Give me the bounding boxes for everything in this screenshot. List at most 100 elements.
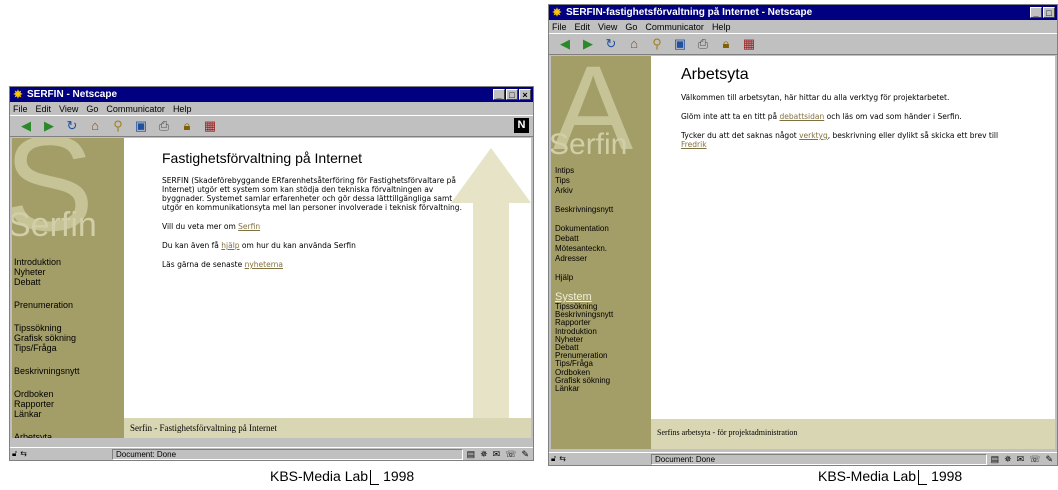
nav-group: Tipssökning Grafisk sökning Tips/Fråga	[14, 323, 80, 353]
page-footer: Serfin - Fastighetsförvaltning på Intern…	[124, 418, 531, 438]
maximize-button[interactable]: □	[1043, 7, 1055, 18]
maximize-button[interactable]: □	[506, 89, 518, 100]
sidebar-nav: Introduktion Nyheter Debatt Prenumeration Ti…	[14, 257, 80, 438]
nav-link-adresser[interactable]: Adresser	[555, 254, 613, 264]
navigation-toolbar: ◀ ▶ ↻ ⌂ ⚲ ▣ ⎙ 🔒︎ ▦ N	[10, 115, 533, 137]
print-icon[interactable]: ⎙	[156, 118, 172, 134]
menu-go[interactable]: Go	[625, 22, 637, 32]
search-icon[interactable]: ⚲	[110, 118, 126, 134]
guide-icon[interactable]: ▣	[672, 36, 688, 52]
nav-link-motesanteckn[interactable]: Mötesanteckn.	[555, 244, 613, 254]
nav-link-grafisk-sokning[interactable]: Grafisk sökning	[14, 333, 80, 343]
nav-group: Arbetsyta	[14, 432, 80, 438]
reload-icon[interactable]: ↻	[603, 36, 619, 52]
sidebar: S Serfin Introduktion Nyheter Debatt Prenum…	[12, 138, 124, 438]
menu-view[interactable]: View	[59, 104, 78, 114]
menu-help[interactable]: Help	[173, 104, 192, 114]
composer-icon[interactable]: ✎	[521, 449, 529, 460]
navigator-icon[interactable]: ✵	[1004, 454, 1012, 465]
menu-communicator[interactable]: Communicator	[645, 22, 704, 32]
minimize-button[interactable]: _	[1030, 7, 1042, 18]
stop-icon[interactable]: ▦	[741, 36, 757, 52]
nav-link-tipssokning[interactable]: Tipssökning	[14, 323, 80, 333]
about-paragraph: Vill du veta mer om Serfin	[162, 222, 261, 231]
minimize-button[interactable]: _	[493, 89, 505, 100]
menu-view[interactable]: View	[598, 22, 617, 32]
news-link[interactable]: nyheterna	[245, 260, 283, 269]
home-icon[interactable]: ⌂	[626, 36, 642, 52]
connection-icon: ⇆	[559, 454, 566, 463]
netscape-app-icon: ✵	[13, 88, 23, 101]
nav-link-dokumentation[interactable]: Dokumentation	[555, 224, 613, 234]
debate-paragraph: Glöm inte att ta en titt på debattsidan …	[681, 112, 962, 121]
caption-year: 1998	[931, 468, 963, 484]
menu-communicator[interactable]: Communicator	[106, 104, 165, 114]
nav-link-debatt[interactable]: Debatt	[14, 277, 80, 287]
status-text: Document: Done	[112, 448, 463, 460]
nav-link-nyheter[interactable]: Nyheter	[14, 267, 80, 277]
nav-link-introduktion[interactable]: Introduktion	[14, 257, 80, 267]
discussion-icon[interactable]: ☏	[505, 449, 516, 460]
title-bar[interactable]: ✵ SERFIN - Netscape _ □ ×	[10, 87, 533, 102]
window-title: SERFIN - Netscape	[27, 89, 118, 100]
menu-help[interactable]: Help	[712, 22, 731, 32]
news-paragraph: Läs gärna de senaste nyheterna	[162, 260, 284, 269]
menu-bar: File Edit View Go Communicator Help	[10, 102, 533, 115]
back-icon[interactable]: ◀	[18, 118, 34, 134]
mail-icon[interactable]: ✉	[1017, 454, 1025, 465]
nav-link-debatt[interactable]: Debatt	[555, 234, 613, 244]
nav-link-beskrivningsnytt[interactable]: Beskrivningsnytt	[555, 205, 613, 215]
nav-link-arkiv[interactable]: Arkiv	[555, 186, 613, 196]
nav-link-tips[interactable]: Tips	[555, 176, 613, 186]
title-bar[interactable]: ✵ SERFIN-fastighetsförvaltning på Intern…	[549, 5, 1057, 20]
debate-link[interactable]: debattsidan	[780, 112, 825, 121]
stop-icon[interactable]: ▦	[202, 118, 218, 134]
nav-group: Introduktion Nyheter Debatt	[14, 257, 80, 287]
nav-group: Prenumeration	[14, 300, 80, 310]
nav-link-ordboken[interactable]: Ordboken	[14, 389, 80, 399]
forward-icon[interactable]: ▶	[41, 118, 57, 134]
menu-go[interactable]: Go	[86, 104, 98, 114]
nav-link-rapporter[interactable]: Rapporter	[14, 399, 80, 409]
nav-link-intips[interactable]: Intips	[555, 166, 613, 176]
progress-icon: ▤	[990, 453, 1000, 464]
reload-icon[interactable]: ↻	[64, 118, 80, 134]
help-link[interactable]: hjälp	[221, 241, 239, 250]
search-icon[interactable]: ⚲	[649, 36, 665, 52]
netscape-app-icon: ✵	[552, 6, 562, 19]
nav-group: Hjälp	[555, 273, 613, 283]
composer-icon[interactable]: ✎	[1045, 454, 1053, 465]
tools-link[interactable]: verktyg	[799, 131, 828, 140]
fredrik-link[interactable]: Fredrik	[681, 140, 707, 149]
progress-icon: ▤	[466, 448, 476, 459]
print-icon[interactable]: ⎙	[695, 36, 711, 52]
discussion-icon[interactable]: ☏	[1029, 454, 1040, 465]
guide-icon[interactable]: ▣	[133, 118, 149, 134]
close-button[interactable]: ×	[519, 89, 531, 100]
security-lock-icon[interactable]: 🔓︎	[551, 454, 556, 464]
mail-icon[interactable]: ✉	[493, 449, 501, 460]
home-icon[interactable]: ⌂	[87, 118, 103, 134]
menu-edit[interactable]: Edit	[36, 104, 52, 114]
menu-file[interactable]: File	[13, 104, 28, 114]
nav-link-lankar[interactable]: Länkar	[14, 409, 80, 419]
menu-edit[interactable]: Edit	[575, 22, 591, 32]
security-lock-icon[interactable]: 🔓︎	[12, 449, 17, 459]
status-bar: 🔓︎ ⇆ Document: Done ▤ ✵ ✉ ☏ ✎	[10, 447, 533, 460]
nav-link-beskrivningsnytt[interactable]: Beskrivningsnytt	[14, 366, 80, 376]
navigator-icon[interactable]: ✵	[480, 449, 488, 460]
security-icon[interactable]: 🔒︎	[179, 118, 195, 134]
nav-link-tips-fraga[interactable]: Tips/Fråga	[14, 343, 80, 353]
nav-link-arbetsyta[interactable]: Arbetsyta	[14, 432, 80, 438]
nav-link-hjalp[interactable]: Hjälp	[555, 273, 613, 283]
menu-file[interactable]: File	[552, 22, 567, 32]
forward-icon[interactable]: ▶	[580, 36, 596, 52]
menu-bar: File Edit View Go Communicator Help	[549, 20, 1057, 33]
nav-link-prenumeration[interactable]: Prenumeration	[14, 300, 80, 310]
welcome-paragraph: Välkommen till arbetsytan, här hittar du…	[681, 93, 950, 102]
security-icon[interactable]: 🔒︎	[718, 36, 734, 52]
serfin-link[interactable]: Serfin	[238, 222, 260, 231]
system-link-lankar[interactable]: Länkar	[555, 384, 613, 393]
back-icon[interactable]: ◀	[557, 36, 573, 52]
nav-group: Dokumentation Debatt Mötesanteckn. Adresser	[555, 224, 613, 264]
